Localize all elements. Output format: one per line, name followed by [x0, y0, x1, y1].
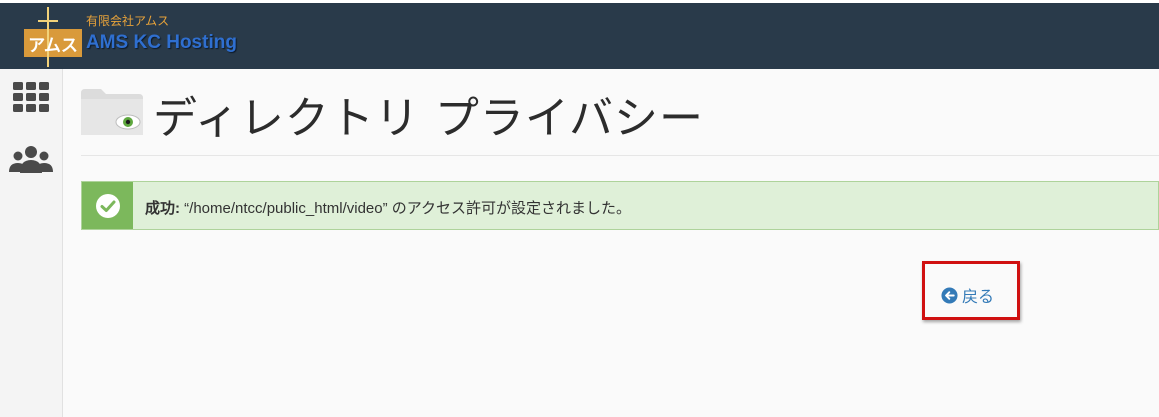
arrow-left-circle-icon — [941, 286, 958, 304]
back-link-label: 戻る — [962, 287, 995, 306]
alert-message: 成功: “/home/ntcc/public_html/video” のアクセス… — [145, 197, 631, 218]
success-alert: 成功: “/home/ntcc/public_html/video” のアクセス… — [81, 181, 1159, 230]
folder-eye-icon — [81, 89, 143, 135]
logo-lettering: アムス — [28, 36, 78, 56]
back-link-highlight: 戻る — [922, 261, 1020, 320]
sidebar — [0, 69, 63, 417]
main-content: ディレクトリ プライバシー 成功: “/home/ntcc/public_htm… — [63, 69, 1159, 417]
back-link[interactable]: 戻る — [941, 283, 994, 307]
sidebar-item-grid[interactable] — [0, 82, 62, 112]
product-name[interactable]: AMS KC Hosting — [86, 32, 237, 54]
users-icon — [9, 146, 53, 173]
page-title: ディレクトリ プライバシー — [153, 93, 705, 144]
logo-icon[interactable]: アムス — [24, 7, 82, 67]
alert-message-text: “/home/ntcc/public_html/video” のアクセス許可が設… — [180, 200, 632, 217]
alert-label: 成功: — [145, 200, 180, 217]
sidebar-item-users[interactable] — [0, 145, 62, 173]
page-header: ディレクトリ プライバシー — [81, 69, 1159, 156]
alert-icon-box — [82, 182, 133, 229]
company-name: 有限会社アムス — [86, 14, 170, 28]
check-circle-icon — [95, 193, 120, 218]
top-navbar: アムス 有限会社アムス AMS KC Hosting — [0, 3, 1159, 69]
grid-icon — [13, 82, 49, 112]
